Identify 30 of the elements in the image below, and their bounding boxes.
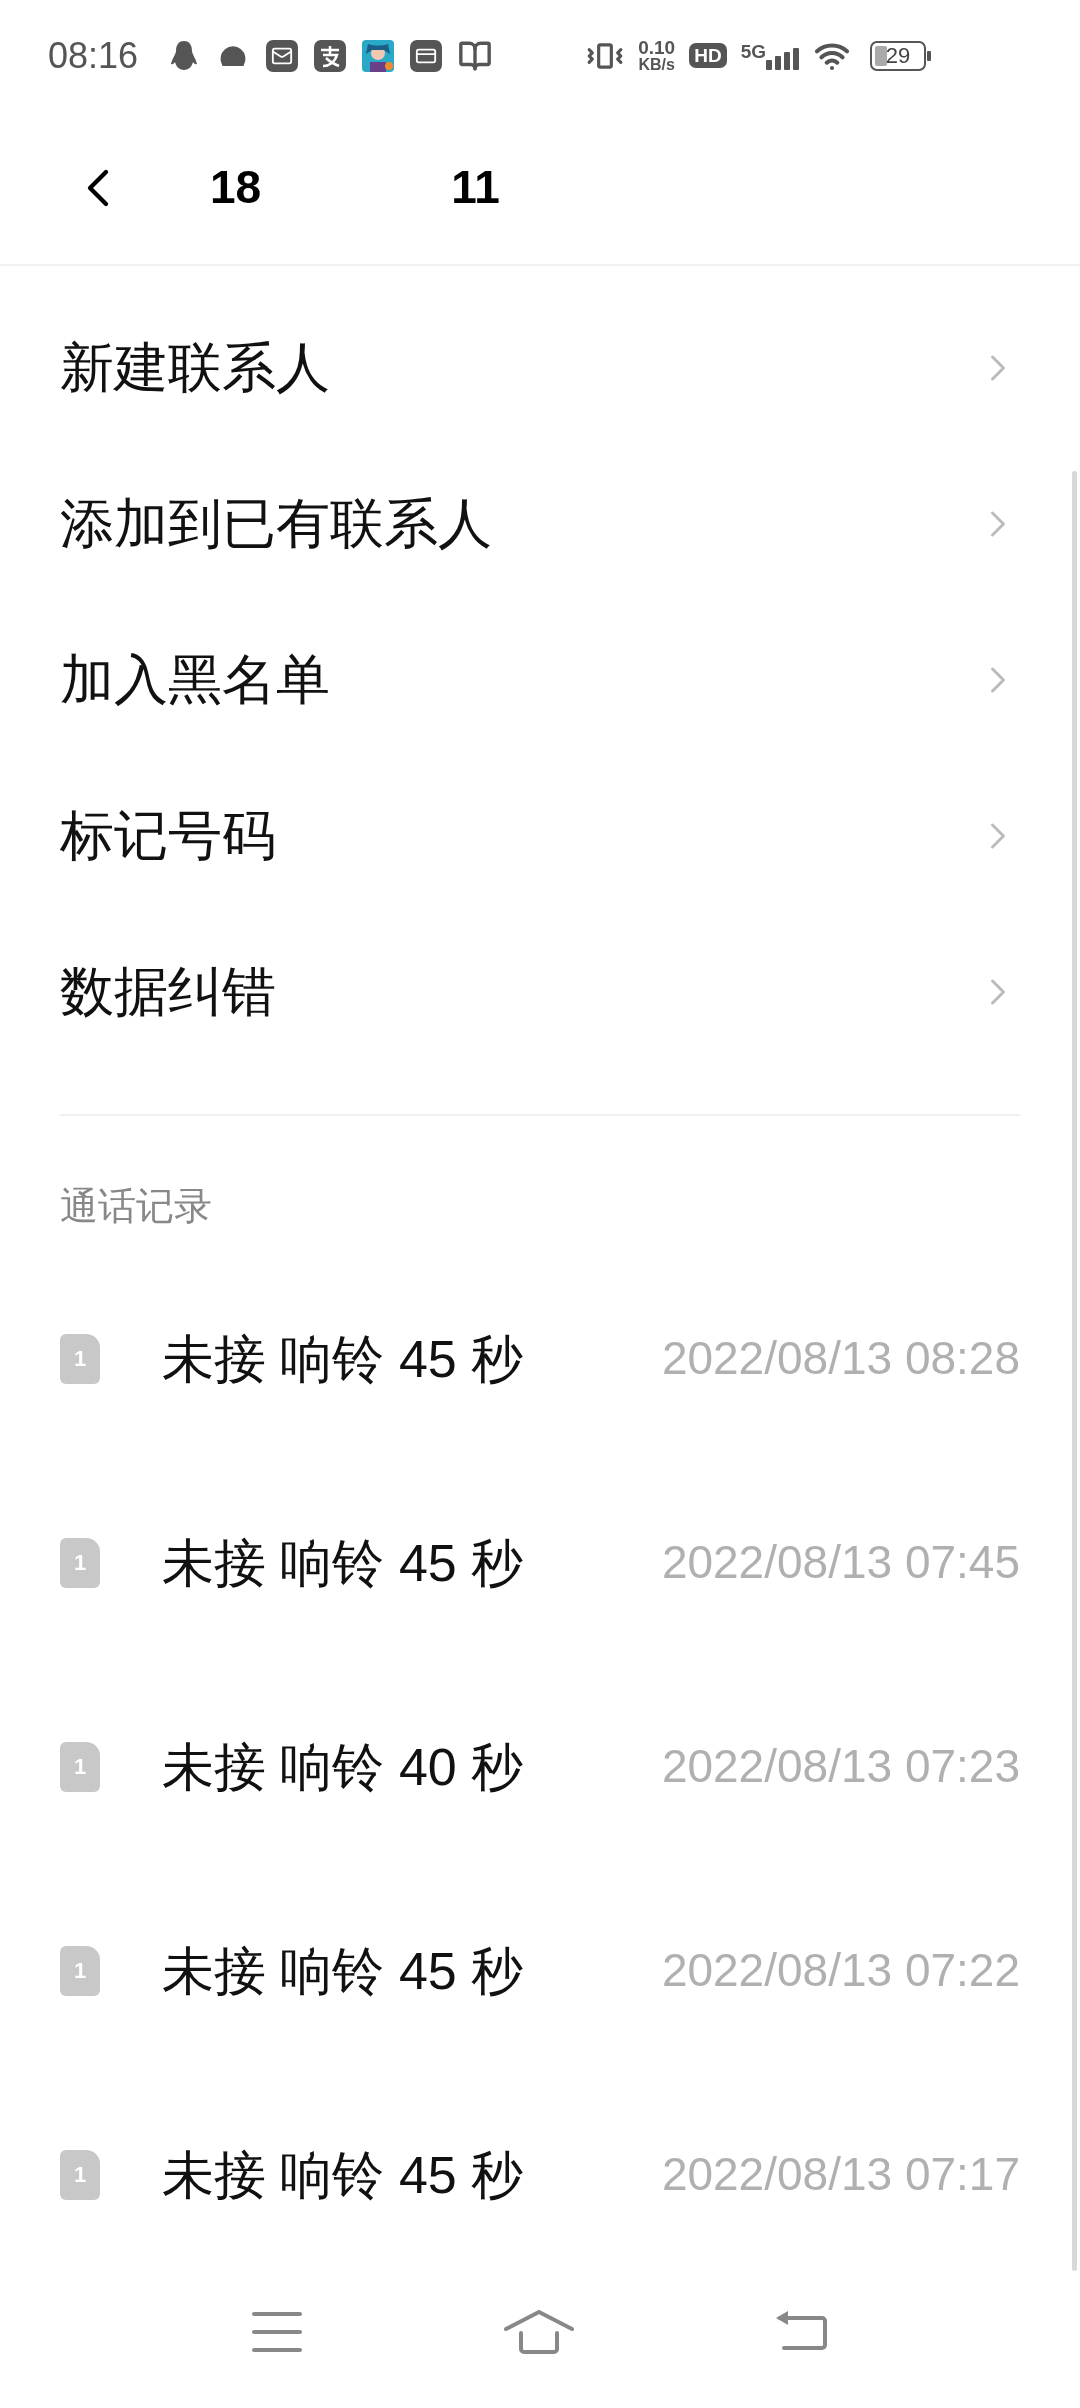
status-time: 08:16: [48, 33, 139, 78]
battery-icon: [870, 40, 932, 71]
menu-item[interactable]: 加入黑名单: [0, 601, 1080, 758]
phone-number-end: 11: [451, 160, 500, 216]
battery-level: 29: [885, 44, 912, 67]
call-time: 2022/08/13 07:45: [661, 1535, 1020, 1591]
phone-number-start: 18: [210, 160, 262, 216]
payment-app-icon: [314, 39, 347, 72]
speed-unit: KB/s: [638, 57, 675, 74]
call-time: 2022/08/13 07:23: [661, 1739, 1020, 1795]
network-label: 5G: [740, 41, 766, 61]
mail-icon: [266, 39, 299, 72]
hd-badge: HD: [689, 43, 727, 69]
call-status: 未接 响铃 45 秒: [162, 1328, 524, 1390]
menu-item[interactable]: 添加到已有联系人: [0, 445, 1080, 602]
menu-icon[interactable]: [249, 2310, 304, 2355]
call-status: 未接 响铃 45 秒: [162, 1940, 524, 2002]
home-icon[interactable]: [503, 2309, 575, 2356]
call-time: 2022/08/13 07:17: [661, 2147, 1020, 2203]
card-icon: [410, 39, 443, 72]
call-time: 2022/08/13 07:22: [661, 1943, 1020, 1999]
speed-value: 0.10: [638, 38, 676, 58]
menu-item[interactable]: 数据纠错: [0, 913, 1080, 1070]
call-status: 未接 响铃 40 秒: [162, 1736, 524, 1798]
call-status: 未接 响铃 45 秒: [162, 1532, 524, 1594]
call-time: 2022/08/13 08:28: [661, 1331, 1020, 1387]
section-heading: 通话记录: [60, 1184, 212, 1227]
menu-item[interactable]: 标记号码: [0, 757, 1080, 914]
call-status: 未接 响铃 45 秒: [162, 2144, 524, 2206]
menu-item[interactable]: 新建联系人: [0, 289, 1080, 446]
